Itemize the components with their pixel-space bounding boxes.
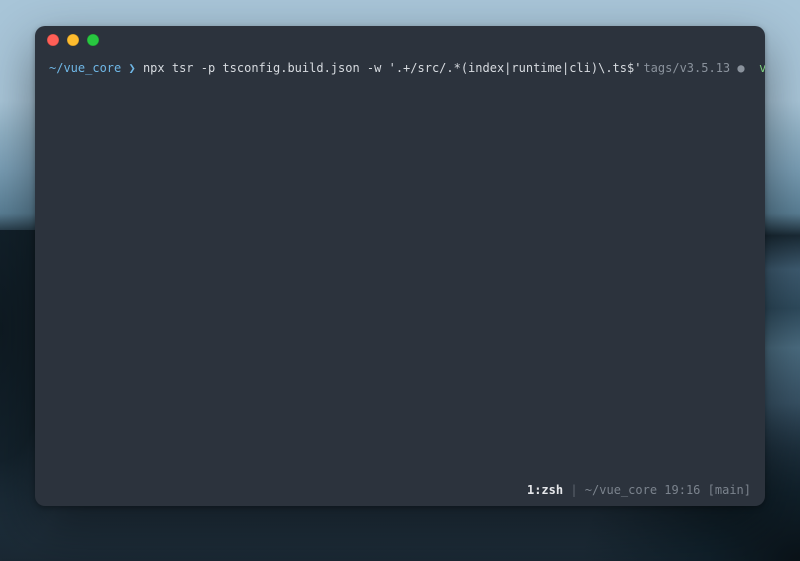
- prompt-status-dot: ●: [737, 61, 744, 75]
- prompt-right: tags/v3.5.13 ● v20.13.1: [643, 59, 765, 78]
- status-session: 1:zsh: [527, 483, 563, 497]
- status-branch: [main]: [708, 483, 751, 497]
- window-close-button[interactable]: [47, 34, 59, 46]
- prompt-caret: ❯: [128, 59, 135, 78]
- prompt-git-tag: tags/v3.5.13: [643, 61, 730, 75]
- window-titlebar[interactable]: [35, 26, 765, 54]
- terminal-body[interactable]: ~/vue_core ❯ npx tsr -p tsconfig.build.j…: [35, 54, 765, 480]
- status-time: 19:16: [664, 483, 700, 497]
- window-minimize-button[interactable]: [67, 34, 79, 46]
- status-separator: |: [563, 483, 585, 497]
- window-maximize-button[interactable]: [87, 34, 99, 46]
- prompt-command: npx tsr -p tsconfig.build.json -w '.+/sr…: [143, 59, 642, 78]
- terminal-window[interactable]: ~/vue_core ❯ npx tsr -p tsconfig.build.j…: [35, 26, 765, 506]
- prompt-node-version: v20.13.1: [759, 61, 765, 75]
- status-cwd: ~/vue_core: [585, 483, 657, 497]
- tmux-statusbar: 1:zsh | ~/vue_core 19:16 [main]: [35, 480, 765, 506]
- prompt-line: ~/vue_core ❯ npx tsr -p tsconfig.build.j…: [49, 58, 751, 78]
- prompt-cwd: ~/vue_core: [49, 59, 121, 78]
